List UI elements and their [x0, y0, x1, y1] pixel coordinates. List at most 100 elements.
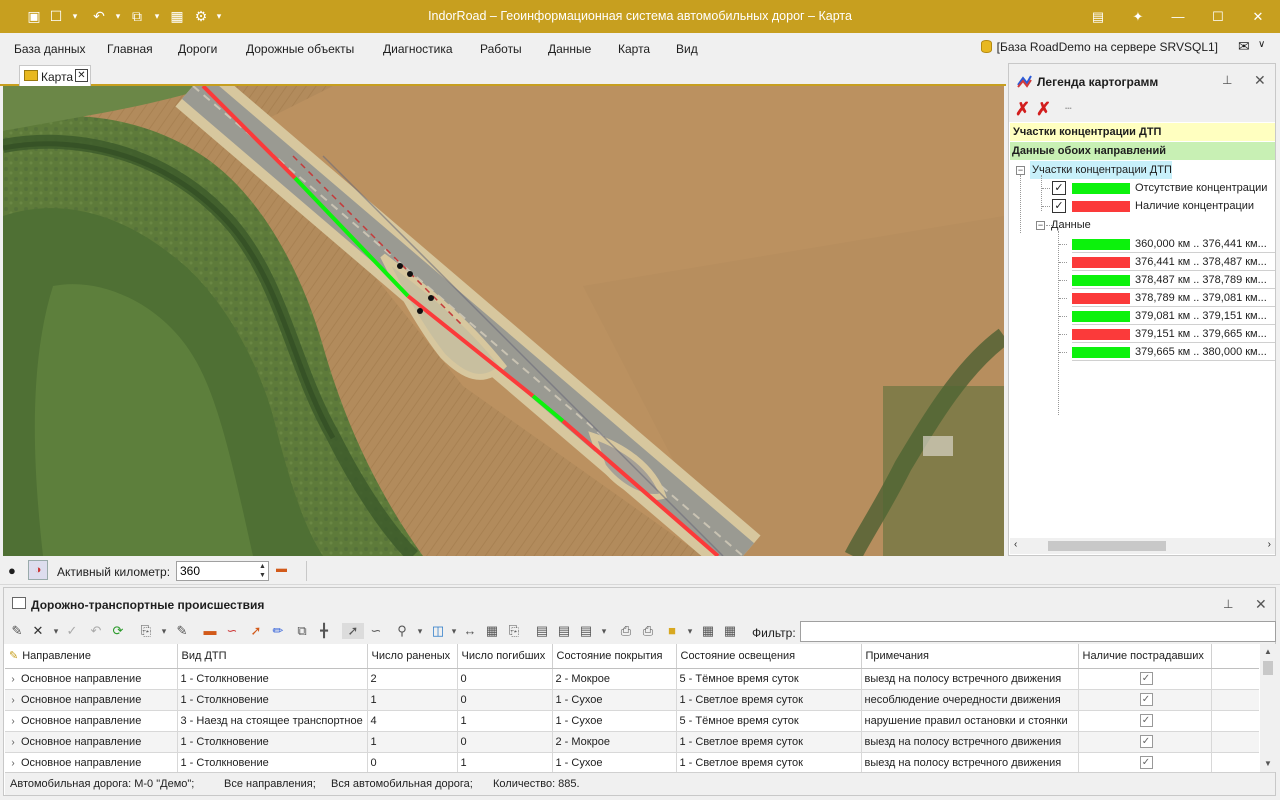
collapse-icon[interactable]: − [1016, 166, 1025, 175]
cell-direction[interactable]: › Основное направление [5, 689, 178, 711]
segment-icon[interactable]: ▬ [202, 623, 218, 639]
delete-icon[interactable]: ✕ [30, 623, 46, 639]
report-icon[interactable]: ▤ [556, 623, 572, 639]
cell-killed[interactable]: 1 [457, 752, 553, 772]
delete-all-icon[interactable]: ✗ [1036, 100, 1051, 118]
cell-notes[interactable]: несоблюдение очередности движения [861, 689, 1079, 711]
format-icon[interactable]: ▤ [534, 623, 550, 639]
scroll-down-icon[interactable]: ▼ [1262, 758, 1274, 770]
pin-icon[interactable]: ⊥ [1222, 73, 1232, 87]
collapse-icon[interactable]: − [1036, 221, 1045, 230]
cell-notes[interactable]: выезд на полосу встречного движения [861, 668, 1079, 690]
pencil-icon[interactable]: ✏ [270, 623, 286, 639]
sort-icon[interactable]: ▦ [722, 623, 738, 639]
cell-direction[interactable]: › Основное направление [5, 731, 178, 753]
link-icon[interactable]: ➚ [342, 623, 364, 639]
undo-icon[interactable]: ↶ [88, 623, 104, 639]
cell-surface[interactable]: 1 - Сухое [552, 710, 677, 732]
cell-injured[interactable]: 4 [367, 710, 458, 732]
apply-icon[interactable]: ✓ [64, 623, 80, 639]
chevron-down-icon[interactable]: ∨ [1258, 39, 1265, 50]
expand-row-icon[interactable]: › [5, 674, 21, 685]
cell-injured[interactable]: 1 [367, 689, 458, 711]
checkbox-absent[interactable]: ✓ [1052, 181, 1066, 195]
cell-surface[interactable]: 1 - Сухое [552, 752, 677, 772]
cell-lighting[interactable]: 5 - Тёмное время суток [676, 668, 862, 690]
cell-lighting[interactable]: 1 - Светлое время суток [676, 752, 862, 772]
scroll-up-icon[interactable]: ▲ [1262, 646, 1274, 658]
menu-home[interactable]: Главная [107, 42, 153, 56]
cell-victims[interactable]: ✓ [1078, 731, 1212, 753]
pin-add-icon[interactable]: ● [8, 563, 16, 578]
cell-direction[interactable]: › Основное направление [5, 752, 178, 772]
menu-view[interactable]: Вид [676, 42, 698, 56]
menu-works[interactable]: Работы [480, 42, 522, 56]
column-header-notes[interactable]: Примечания [861, 644, 1079, 669]
expand-row-icon[interactable]: › [5, 758, 21, 769]
paste-icon[interactable]: ⎘ [138, 623, 154, 639]
grid-icon[interactable]: ▦ [484, 623, 500, 639]
cell-victims[interactable]: ✓ [1078, 689, 1212, 711]
column-header-type[interactable]: Вид ДТП [177, 644, 368, 669]
help-icon[interactable]: ▤ [1078, 0, 1118, 33]
close-window-button[interactable]: ✕ [1238, 0, 1278, 33]
edit-icon[interactable]: ✎ [174, 623, 190, 639]
filter-input[interactable] [800, 621, 1276, 642]
select-icon[interactable]: ⧉ [294, 623, 310, 639]
table-row[interactable]: › Основное направление 1 - Столкновение 1 0 2… [5, 731, 1259, 753]
km-marker-icon[interactable]: ▬ [276, 563, 287, 575]
legend-hscrollbar[interactable]: ‹ › [1010, 538, 1275, 554]
menu-data[interactable]: Данные [548, 42, 591, 56]
folder-icon[interactable]: ■ [664, 623, 680, 639]
cell-type[interactable]: 1 - Столкновение [177, 752, 368, 772]
menu-database[interactable]: База данных [14, 42, 85, 56]
cell-surface[interactable]: 2 - Мокрое [552, 668, 677, 690]
cell-victims[interactable]: ✓ [1078, 710, 1212, 732]
column-header-injured[interactable]: Число раненых [367, 644, 458, 669]
expand-row-icon[interactable]: › [5, 716, 21, 727]
close-icon[interactable]: ✕ [75, 69, 88, 82]
scroll-left-icon[interactable]: ‹ [1014, 539, 1017, 550]
columns-icon[interactable]: ◫ [430, 623, 446, 639]
menu-roads[interactable]: Дороги [178, 42, 217, 56]
map-canvas[interactable] [3, 86, 1004, 556]
database-info[interactable]: [База RoadDemo на сервере SRVSQL1] [980, 40, 1218, 54]
cell-killed[interactable]: 0 [457, 668, 553, 690]
fit-width-icon[interactable]: ↔ [462, 623, 478, 639]
scroll-thumb[interactable] [1048, 541, 1166, 551]
column-header-killed[interactable]: Число погибших [457, 644, 553, 669]
cell-killed[interactable]: 1 [457, 710, 553, 732]
menu-road-objects[interactable]: Дорожные объекты [246, 42, 354, 56]
victims-checkbox[interactable]: ✓ [1139, 735, 1153, 748]
table-row[interactable]: › Основное направление 1 - Столкновение 2 0 2… [5, 668, 1259, 690]
chevron-down-icon[interactable]: ▾ [48, 623, 64, 639]
print-icon[interactable]: ⎙ [618, 623, 634, 639]
column-header-victims[interactable]: Наличие пострадавших [1078, 644, 1212, 669]
cell-injured[interactable]: 1 [367, 731, 458, 753]
delete-icon[interactable]: ✗ [1015, 100, 1030, 118]
cell-type[interactable]: 3 - Наезд на стоящее транспортное [177, 710, 368, 732]
menu-map[interactable]: Карта [618, 42, 650, 56]
expand-row-icon[interactable]: › [5, 695, 21, 706]
chevron-down-icon[interactable]: ▾ [412, 623, 428, 639]
copy-icon[interactable]: ⎘ [506, 623, 522, 639]
grid-vscrollbar[interactable]: ▲ ▼ [1260, 644, 1276, 772]
cell-lighting[interactable]: 1 - Светлое время суток [676, 731, 862, 753]
ruler-icon[interactable]: ╋ [316, 623, 332, 639]
mail-icon[interactable]: ✉ [1238, 38, 1250, 55]
cell-lighting[interactable]: 5 - Тёмное время суток [676, 710, 862, 732]
cell-direction[interactable]: › Основное направление [5, 710, 178, 732]
chevron-down-icon[interactable]: ▾ [682, 623, 698, 639]
cell-surface[interactable]: 2 - Мокрое [552, 731, 677, 753]
refresh-icon[interactable]: ⟳ [110, 623, 126, 639]
victims-checkbox[interactable]: ✓ [1139, 714, 1153, 727]
tree-icon[interactable]: ▦ [700, 623, 716, 639]
close-icon[interactable]: ✕ [1254, 72, 1266, 89]
curve-icon[interactable]: ∽ [224, 623, 240, 639]
cell-victims[interactable]: ✓ [1078, 668, 1212, 690]
export-icon[interactable]: ▤ [578, 623, 594, 639]
cell-direction[interactable]: › Основное направление [5, 668, 178, 690]
column-header-direction[interactable]: ✎ Направление [5, 644, 178, 669]
menu-diagnostics[interactable]: Диагностика [383, 42, 453, 56]
line-icon[interactable]: ➚ [248, 623, 264, 639]
